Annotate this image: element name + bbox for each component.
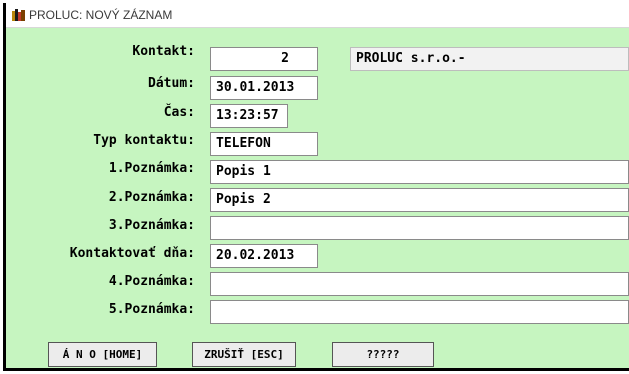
- poznamka-4-field[interactable]: [210, 272, 629, 296]
- zrusit-button[interactable]: ZRUŠIŤ [ESC]: [192, 342, 296, 367]
- label-cas: Čas:: [163, 105, 195, 120]
- window-title: PROLUC: NOVÝ ZÁZNAM: [29, 8, 173, 22]
- label-poznamka-1: 1.Poznámka:: [108, 161, 195, 176]
- kontakt-field[interactable]: 2: [210, 47, 318, 71]
- cas-field[interactable]: 13:23:57: [210, 104, 288, 128]
- label-datum: Dátum:: [148, 76, 195, 91]
- label-kontakt: Kontakt:: [132, 44, 195, 59]
- ano-button[interactable]: Á N O [HOME]: [48, 342, 157, 367]
- extra-button[interactable]: ?????: [332, 342, 434, 367]
- kontaktovat-dna-field[interactable]: 20.02.2013: [210, 244, 318, 268]
- label-typ-kontaktu: Typ kontaktu:: [93, 133, 195, 148]
- poznamka-1-field[interactable]: Popis 1: [210, 160, 629, 184]
- label-kontaktovat-dna: Kontaktovať dňa:: [69, 246, 195, 261]
- company-name-field: PROLUC s.r.o.-: [350, 47, 629, 71]
- poznamka-5-field[interactable]: [210, 300, 629, 324]
- books-icon: [12, 9, 25, 21]
- title-bar: PROLUC: NOVÝ ZÁZNAM: [6, 3, 629, 28]
- poznamka-3-field[interactable]: [210, 216, 629, 240]
- label-poznamka-2: 2.Poznámka:: [108, 190, 195, 205]
- label-poznamka-5: 5.Poznámka:: [108, 302, 195, 317]
- poznamka-2-field[interactable]: Popis 2: [210, 188, 629, 212]
- label-poznamka-4: 4.Poznámka:: [108, 274, 195, 289]
- typ-kontaktu-field[interactable]: TELEFON: [210, 132, 318, 156]
- label-poznamka-3: 3.Poznámka:: [108, 218, 195, 233]
- datum-field[interactable]: 30.01.2013: [210, 76, 318, 100]
